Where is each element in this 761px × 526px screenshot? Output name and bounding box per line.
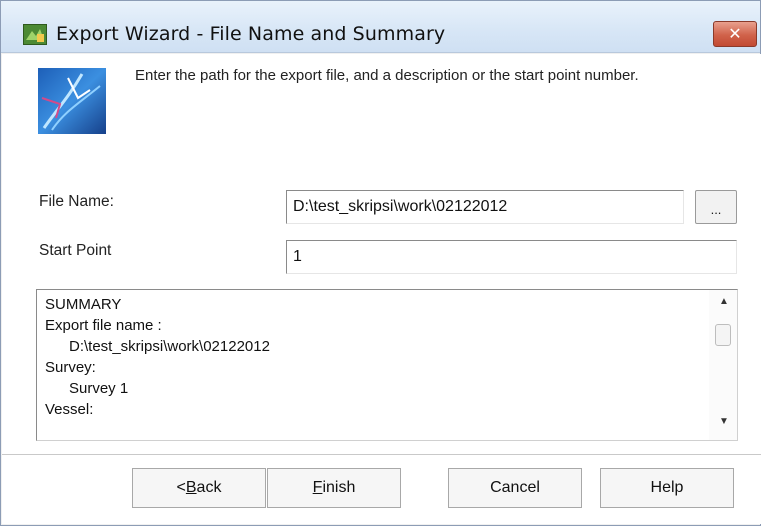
finish-button[interactable]: Finish: [267, 468, 401, 508]
scroll-down-icon[interactable]: ▼: [719, 416, 729, 427]
cancel-button[interactable]: Cancel: [448, 468, 582, 508]
summary-line: Vessel:: [45, 401, 94, 418]
button-separator: [2, 454, 761, 455]
intro-text: Enter the path for the export file, and …: [135, 67, 639, 84]
finish-button-mnemonic: F: [312, 479, 323, 496]
close-button[interactable]: ✕: [713, 21, 757, 47]
summary-heading: SUMMARY: [45, 296, 122, 313]
summary-line: Survey 1: [69, 380, 129, 397]
back-button-label: ack: [196, 479, 222, 496]
summary-line: Survey:: [45, 359, 96, 376]
summary-line: Export file name :: [45, 317, 162, 334]
wizard-graphic-icon: [38, 68, 106, 134]
title-bar[interactable]: Export Wizard - File Name and Summary ✕: [1, 1, 760, 53]
back-button-prefix: <: [176, 479, 186, 496]
scroll-up-icon[interactable]: ▲: [719, 296, 729, 307]
close-icon: ✕: [728, 26, 742, 43]
wizard-content: Enter the path for the export file, and …: [2, 54, 761, 524]
window-title: Export Wizard - File Name and Summary: [56, 23, 446, 45]
summary-scrollbar[interactable]: ▲ ▼: [709, 290, 737, 440]
scroll-thumb[interactable]: [715, 324, 731, 346]
file-name-label: File Name:: [39, 193, 114, 210]
back-button[interactable]: < Back: [132, 468, 266, 508]
summary-line: D:\test_skripsi\work\02122012: [69, 338, 270, 355]
start-point-label: Start Point: [39, 242, 112, 259]
start-point-input[interactable]: 1: [286, 240, 737, 274]
file-name-input[interactable]: D:\test_skripsi\work\02122012: [286, 190, 684, 224]
summary-textbox[interactable]: SUMMARY Export file name : D:\test_skrip…: [36, 289, 738, 441]
app-icon: [23, 24, 47, 45]
browse-button[interactable]: ...: [695, 190, 737, 224]
export-wizard-dialog: Export Wizard - File Name and Summary ✕: [0, 0, 761, 526]
finish-button-label: inish: [322, 479, 356, 496]
back-button-mnemonic: B: [185, 479, 197, 496]
help-button[interactable]: Help: [600, 468, 734, 508]
